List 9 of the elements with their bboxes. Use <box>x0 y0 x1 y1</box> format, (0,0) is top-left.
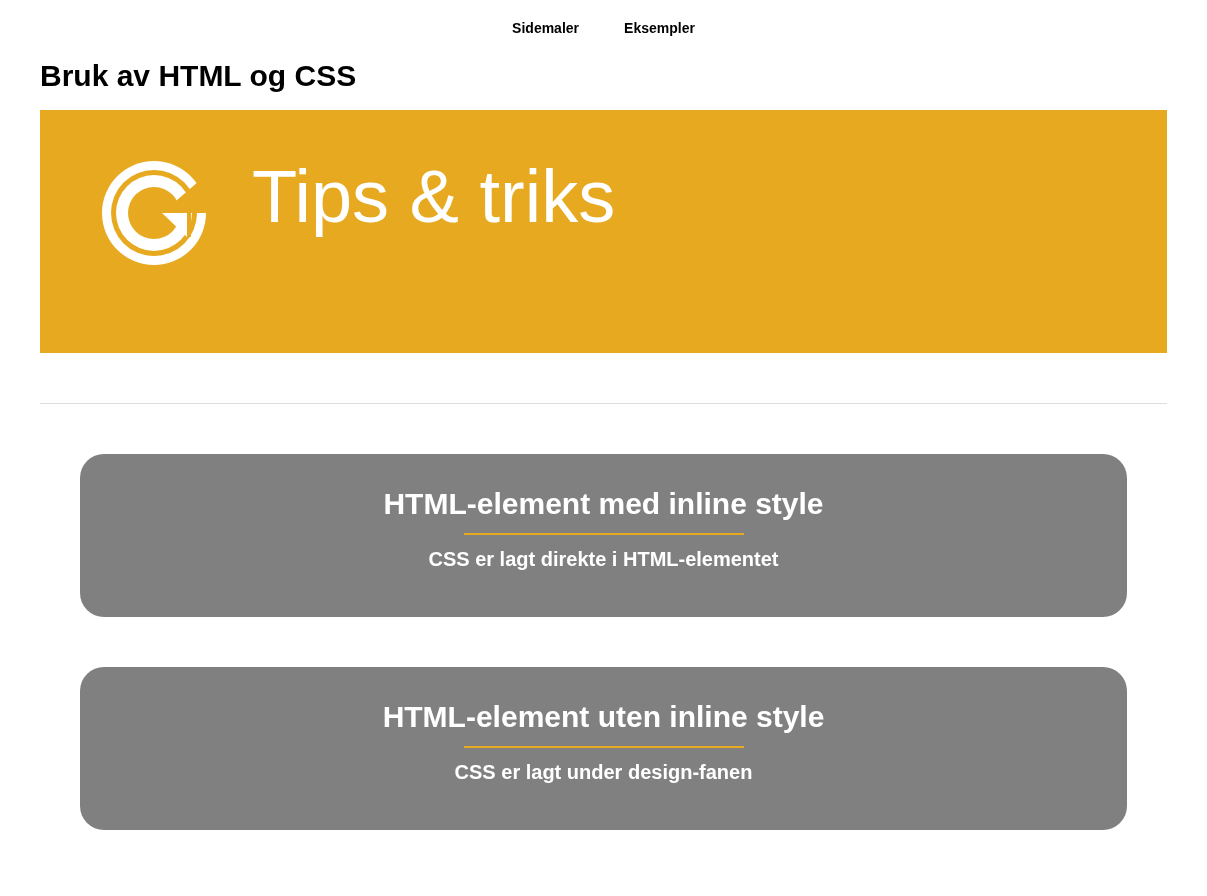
card-title: HTML-element uten inline style <box>382 699 825 735</box>
card-subtitle: CSS er lagt under design-fanen <box>454 760 753 784</box>
logo-icon <box>102 161 206 265</box>
nav-link[interactable]: Eksempler <box>624 18 695 38</box>
card-subtitle: CSS er lagt direkte i HTML-elementet <box>428 547 779 571</box>
nav-link[interactable]: Sidemaler <box>512 18 580 38</box>
banner-title: Tips & triks <box>252 157 616 237</box>
page-title: Bruk av HTML og CSS <box>40 58 358 94</box>
card-title: HTML-element med inline style <box>383 486 824 522</box>
